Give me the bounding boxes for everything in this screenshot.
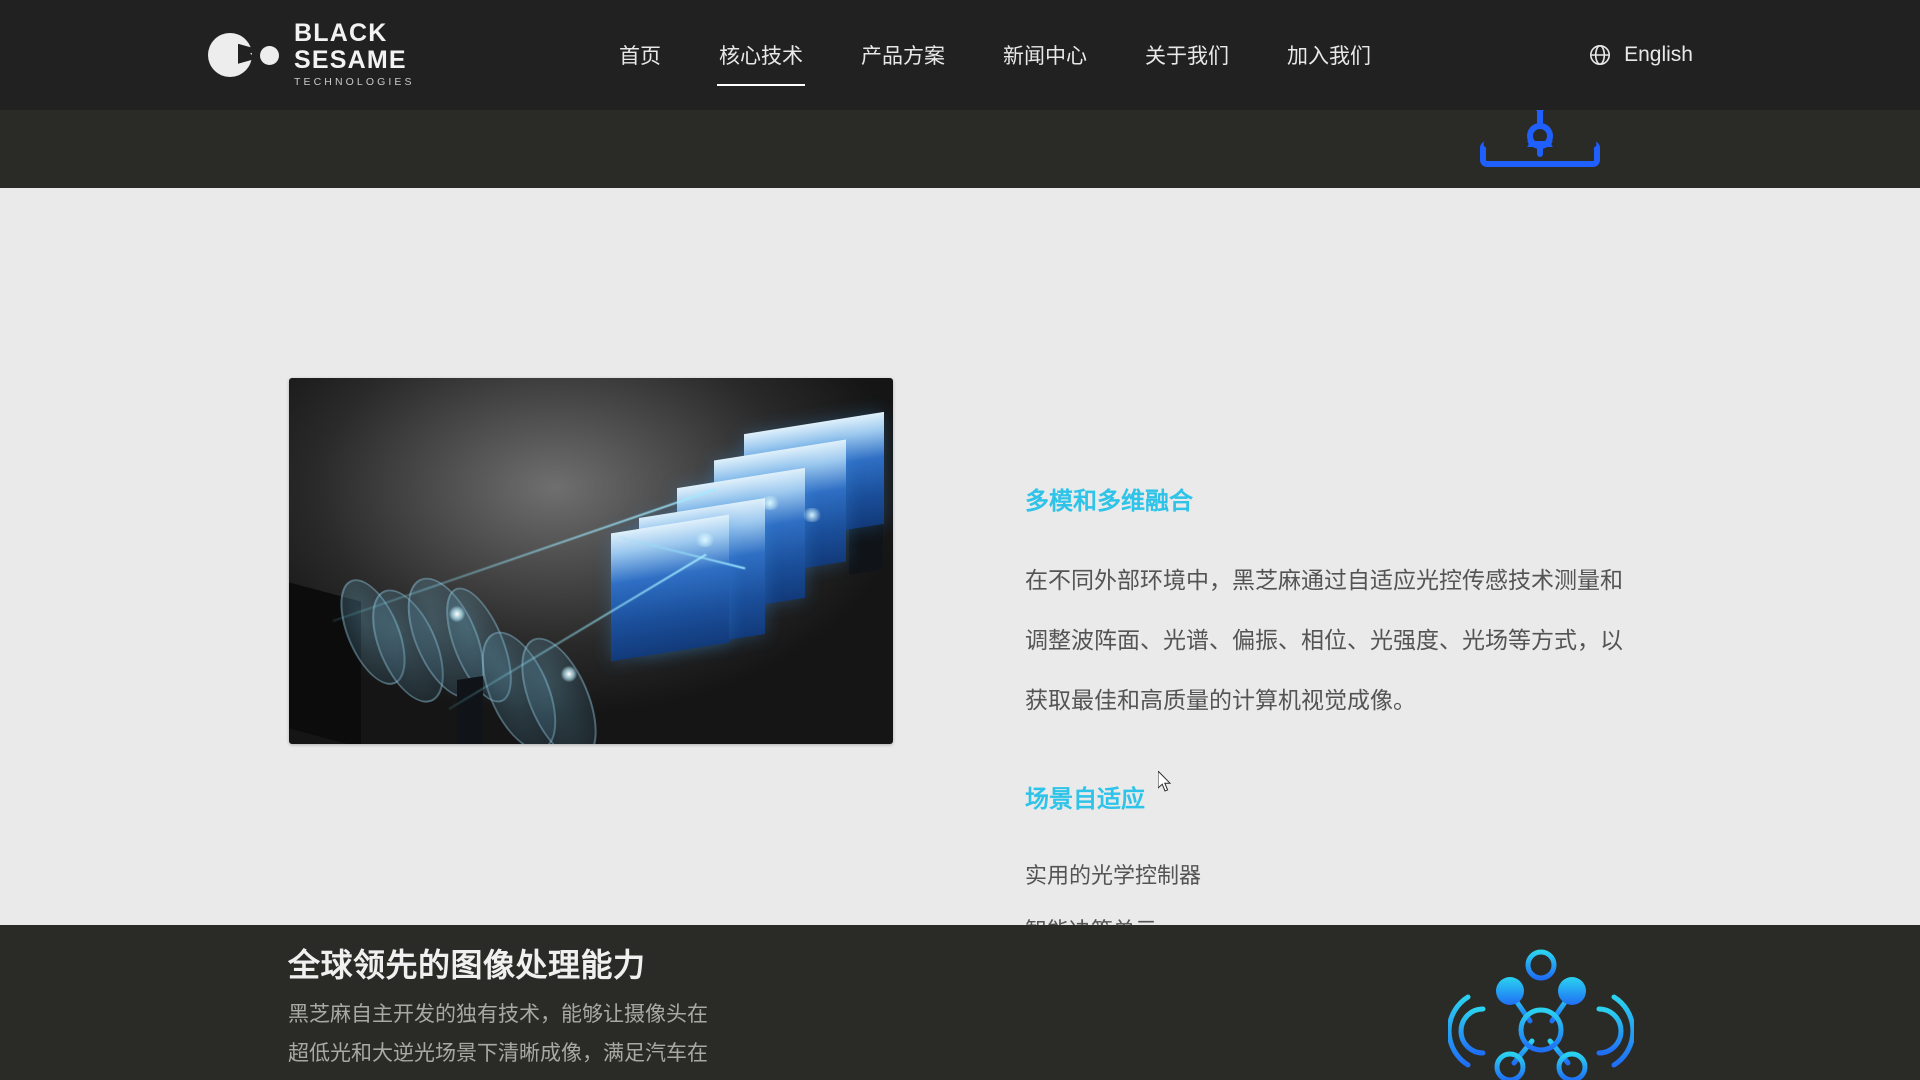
nav-item-news-center[interactable]: 新闻中心 xyxy=(974,0,1116,110)
dark-section-body: 黑芝麻自主开发的独有技术，能够让摄像头在 超低光和大逆光场景下清晰成像，满足汽车… xyxy=(288,995,848,1073)
clipped-section-band: · · · · · · · · · · · · xyxy=(0,110,1920,188)
core-technology-section: 多模和多维融合 在不同外部环境中，黑芝麻通过自适应光控传感技术测量和调整波阵面、… xyxy=(0,188,1920,925)
dark-section-title: 全球领先的图像处理能力 xyxy=(288,940,646,986)
list-item: 实用的光学控制器 xyxy=(1025,848,1201,903)
nav-item-label: 核心技术 xyxy=(719,40,803,70)
dark-body-line: 超低光和大逆光场景下清晰成像，满足汽车在 xyxy=(288,1034,848,1073)
nav-item-label: 首页 xyxy=(619,40,661,70)
section-heading-multimodal-fusion: 多模和多维融合 xyxy=(1025,488,1193,517)
brand-wordmark: BLACK SESAME TECHNOLOGIES xyxy=(294,20,415,88)
nav-item-home[interactable]: 首页 xyxy=(590,0,690,110)
dark-body-line: 黑芝麻自主开发的独有技术，能够让摄像头在 xyxy=(288,995,848,1034)
site-header: BLACK SESAME TECHNOLOGIES 首页 核心技术 产品方案 新… xyxy=(0,0,1920,110)
language-label: English xyxy=(1624,43,1693,67)
nav-item-label: 产品方案 xyxy=(861,40,945,70)
nav-item-core-technology[interactable]: 核心技术 xyxy=(690,0,832,110)
clipped-ghost-text: · · · · · · · · · · · · xyxy=(288,110,1211,119)
main-navigation: 首页 核心技术 产品方案 新闻中心 关于我们 加入我们 xyxy=(590,0,1400,110)
brand-logo[interactable]: BLACK SESAME TECHNOLOGIES xyxy=(208,20,415,88)
image-processing-section: 全球领先的图像处理能力 黑芝麻自主开发的独有技术，能够让摄像头在 超低光和大逆光… xyxy=(0,925,1920,1080)
nav-item-label: 关于我们 xyxy=(1145,40,1229,70)
nav-item-product-solutions[interactable]: 产品方案 xyxy=(832,0,974,110)
active-tab-underline xyxy=(717,84,805,86)
optical-lens-light-field-illustration xyxy=(289,378,893,744)
brand-line-3: TECHNOLOGIES xyxy=(294,77,415,88)
section-paragraph-multimodal-fusion: 在不同外部环境中，黑芝麻通过自适应光控传感技术测量和调整波阵面、光谱、偏振、相位… xyxy=(1025,550,1637,730)
nav-item-label: 新闻中心 xyxy=(1003,40,1087,70)
nav-item-about-us[interactable]: 关于我们 xyxy=(1116,0,1258,110)
brand-line-1: BLACK xyxy=(294,21,415,46)
nav-item-join-us[interactable]: 加入我们 xyxy=(1258,0,1400,110)
section-heading-scene-adaptive: 场景自适应 xyxy=(1025,786,1145,815)
brand-line-2: SESAME xyxy=(294,48,415,73)
globe-icon xyxy=(1588,43,1612,67)
language-switcher[interactable]: English xyxy=(1588,0,1693,110)
black-sesame-dots-logo-icon xyxy=(208,31,280,77)
nav-item-label: 加入我们 xyxy=(1287,40,1371,70)
